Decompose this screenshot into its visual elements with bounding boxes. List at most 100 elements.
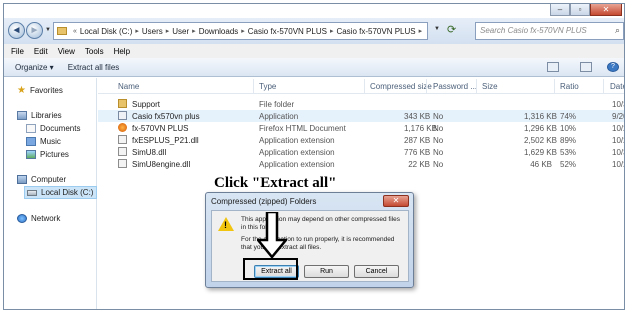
- address-row: ◄ ► ▼ « Local Disk (C:) ▸ Users ▸ User ▸…: [4, 18, 624, 44]
- file-name: fxESPLUS_P21.dll: [132, 136, 199, 145]
- column-header-name[interactable]: Name: [118, 82, 139, 91]
- nav-pictures-label: Pictures: [40, 150, 69, 159]
- chevron-right-icon[interactable]: ▸: [166, 27, 170, 35]
- navigation-pane: ★ Favorites Libraries Documents Music Pi…: [4, 78, 98, 309]
- overflow-chevron-icon[interactable]: «: [73, 28, 77, 35]
- breadcrumb-users[interactable]: Users: [142, 27, 163, 36]
- search-input[interactable]: Search Casio fx-570VN PLUS ⌕: [475, 22, 624, 40]
- preview-pane-icon[interactable]: [580, 62, 592, 72]
- nav-local-disk[interactable]: Local Disk (C:): [24, 186, 98, 199]
- nav-libraries[interactable]: Libraries: [17, 111, 62, 120]
- refresh-icon[interactable]: ⟳: [447, 23, 456, 36]
- run-button[interactable]: Run: [304, 265, 349, 278]
- column-header-type[interactable]: Type: [259, 82, 276, 91]
- cancel-button[interactable]: Cancel: [354, 265, 399, 278]
- chevron-right-icon[interactable]: ▸: [241, 27, 245, 35]
- menu-tools[interactable]: Tools: [85, 47, 104, 56]
- file-type: File folder: [259, 100, 295, 109]
- file-name: SimU8engine.dll: [132, 160, 191, 169]
- dialog-close-button[interactable]: ✕: [383, 195, 409, 207]
- nav-favorites-label: Favorites: [29, 86, 63, 95]
- file-password: No: [433, 136, 444, 145]
- breadcrumb-casio-folder[interactable]: Casio fx-570VN PLUS: [248, 27, 327, 36]
- file-date: 10/2: [612, 160, 624, 169]
- file-row[interactable]: Casio fx570vn plus Application 343 KB No…: [98, 110, 624, 122]
- view-options-icon[interactable]: [547, 62, 559, 72]
- menu-edit[interactable]: Edit: [34, 47, 48, 56]
- file-ratio: 10%: [560, 124, 577, 133]
- extract-all-highlight-box: [243, 258, 298, 280]
- chevron-right-icon[interactable]: ▸: [135, 27, 139, 35]
- menu-help[interactable]: Help: [114, 47, 130, 56]
- breadcrumb-user[interactable]: User: [172, 27, 189, 36]
- file-date: 10/2: [612, 136, 624, 145]
- help-icon[interactable]: ?: [607, 62, 619, 72]
- nav-pictures[interactable]: Pictures: [26, 150, 69, 159]
- recent-pages-dropdown-icon[interactable]: ▼: [45, 27, 51, 33]
- file-password: No: [433, 160, 444, 169]
- extract-all-files-button[interactable]: Extract all files: [68, 63, 120, 72]
- file-row[interactable]: SimU8.dll Application extension 776 KB N…: [98, 146, 624, 158]
- file-size: 1,316 KB: [524, 112, 557, 121]
- menu-view[interactable]: View: [58, 47, 75, 56]
- file-type: Application: [259, 112, 299, 121]
- nav-libraries-label: Libraries: [31, 111, 62, 120]
- breadcrumb-local-disk[interactable]: Local Disk (C:): [80, 27, 132, 36]
- libraries-icon: [17, 111, 27, 120]
- nav-music[interactable]: Music: [26, 137, 61, 146]
- file-row[interactable]: SimU8engine.dll Application extension 22…: [98, 158, 624, 170]
- maximize-button[interactable]: ▫: [570, 4, 590, 16]
- file-type: Firefox HTML Document: [259, 124, 346, 133]
- file-password: No: [433, 124, 444, 133]
- hard-disk-icon: [27, 189, 37, 196]
- breadcrumb-casio-zip[interactable]: Casio fx-570VN PLUS: [336, 27, 415, 36]
- column-header-password[interactable]: Password ...: [433, 82, 477, 91]
- nav-local-disk-label: Local Disk (C:): [41, 188, 94, 197]
- nav-network[interactable]: Network: [17, 214, 60, 223]
- instruction-annotation: Click "Extract all": [214, 175, 337, 191]
- forward-button[interactable]: ►: [26, 22, 43, 39]
- chevron-right-icon[interactable]: ▸: [192, 27, 196, 35]
- close-button[interactable]: ✕: [590, 4, 622, 16]
- menu-file[interactable]: File: [11, 47, 24, 56]
- file-compressed-size: 343 KB: [404, 112, 431, 121]
- nav-documents[interactable]: Documents: [26, 124, 80, 133]
- organize-button[interactable]: Organize ▾: [15, 63, 54, 72]
- music-icon: [26, 137, 36, 146]
- chevron-right-icon[interactable]: ▸: [330, 27, 334, 35]
- file-ratio: 89%: [560, 136, 577, 145]
- arrow-down-icon: [257, 212, 287, 258]
- nav-computer-label: Computer: [31, 175, 67, 184]
- minimize-button[interactable]: –: [550, 4, 570, 16]
- column-header-compressed-size[interactable]: Compressed size: [370, 82, 432, 91]
- column-header-size[interactable]: Size: [482, 82, 498, 91]
- search-icon[interactable]: ⌕: [615, 25, 620, 36]
- file-row[interactable]: fx-570VN PLUS Firefox HTML Document 1,17…: [98, 122, 624, 134]
- file-ratio: 53%: [560, 148, 577, 157]
- file-date: 10/2: [612, 124, 624, 133]
- file-size: 1,629 KB: [524, 148, 557, 157]
- documents-icon: [26, 124, 36, 133]
- file-name: Casio fx570vn plus: [132, 112, 200, 121]
- address-dropdown-icon[interactable]: ▼: [434, 26, 440, 32]
- file-type: Application extension: [259, 136, 335, 145]
- pictures-icon: [26, 150, 36, 159]
- nav-computer[interactable]: Computer: [17, 175, 66, 184]
- nav-favorites[interactable]: ★ Favorites: [17, 86, 63, 96]
- application-icon: [118, 111, 127, 120]
- column-header-ratio[interactable]: Ratio: [560, 82, 579, 91]
- file-compressed-size: 776 KB: [404, 148, 431, 157]
- file-name: SimU8.dll: [132, 148, 167, 157]
- column-header-date[interactable]: Date: [610, 82, 624, 91]
- address-bar[interactable]: « Local Disk (C:) ▸ Users ▸ User ▸ Downl…: [53, 22, 428, 40]
- chevron-right-icon[interactable]: ▸: [419, 27, 423, 35]
- file-ratio: 74%: [560, 112, 577, 121]
- file-size: 2,502 KB: [524, 136, 557, 145]
- file-name: fx-570VN PLUS: [132, 124, 189, 133]
- file-row[interactable]: fxESPLUS_P21.dll Application extension 2…: [98, 134, 624, 146]
- back-button[interactable]: ◄: [8, 22, 25, 39]
- file-date: 10/3: [612, 100, 624, 109]
- file-row[interactable]: Support File folder 10/3: [98, 98, 624, 110]
- network-icon: [17, 214, 27, 223]
- breadcrumb-downloads[interactable]: Downloads: [199, 27, 239, 36]
